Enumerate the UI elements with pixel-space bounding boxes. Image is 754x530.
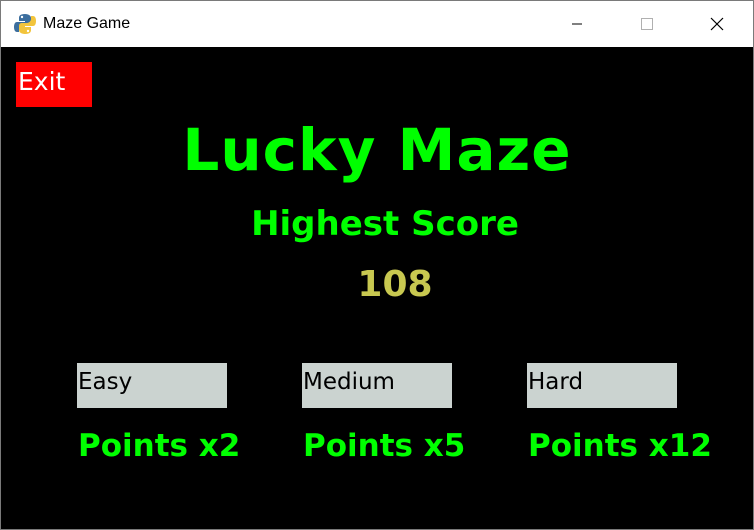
highest-score-label: Highest Score bbox=[251, 204, 519, 244]
exit-button[interactable]: Exit bbox=[16, 62, 92, 107]
minimize-button[interactable] bbox=[554, 1, 600, 47]
medium-button[interactable]: Medium bbox=[302, 363, 452, 408]
highest-score-value: 108 bbox=[357, 264, 433, 305]
close-icon bbox=[710, 17, 724, 31]
hard-button[interactable]: Hard bbox=[527, 363, 677, 408]
maximize-icon bbox=[641, 18, 653, 30]
game-title: Lucky Maze bbox=[182, 116, 572, 184]
hard-points-label: Points x12 bbox=[528, 428, 712, 464]
close-button[interactable] bbox=[694, 1, 740, 47]
easy-points-label: Points x2 bbox=[78, 428, 241, 464]
window-title: Maze Game bbox=[43, 15, 131, 32]
minimize-icon bbox=[572, 23, 582, 25]
title-bar[interactable]: Maze Game bbox=[1, 1, 753, 47]
easy-button[interactable]: Easy bbox=[77, 363, 227, 408]
python-snake-icon bbox=[14, 14, 36, 34]
medium-points-label: Points x5 bbox=[303, 428, 466, 464]
maximize-button[interactable] bbox=[624, 1, 670, 47]
app-window: Maze Game Exit Lucky Maze Highest Score … bbox=[0, 0, 754, 530]
game-canvas: Exit Lucky Maze Highest Score 108 Easy M… bbox=[1, 47, 753, 529]
